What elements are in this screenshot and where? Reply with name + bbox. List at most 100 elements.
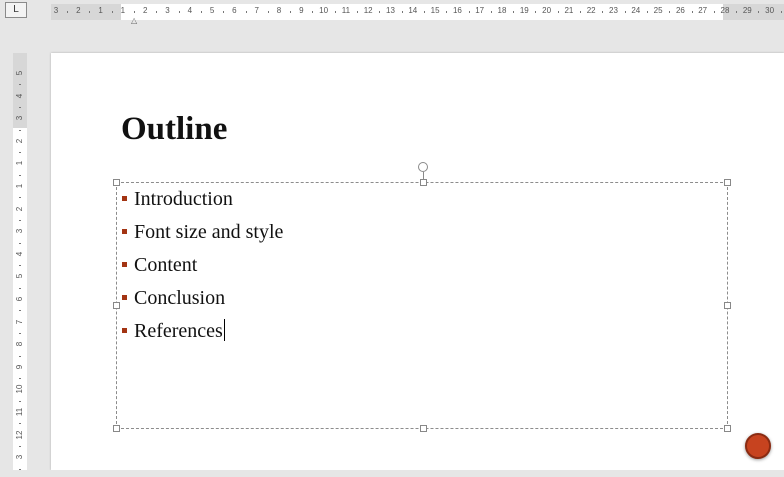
slide-title[interactable]: Outline bbox=[121, 111, 227, 148]
ruler-label: 3 bbox=[15, 454, 24, 460]
resize-handle-bottom-left[interactable] bbox=[113, 425, 120, 432]
content-placeholder[interactable]: Introduction Font size and style Content… bbox=[113, 162, 731, 432]
ruler-margin-shade bbox=[723, 4, 784, 20]
ruler-label: 10 bbox=[15, 384, 24, 394]
ruler-label: 3 bbox=[165, 6, 170, 15]
ruler-label: 11 bbox=[15, 407, 24, 417]
ruler-label: 7 bbox=[15, 319, 24, 324]
ruler-label: 1 bbox=[120, 6, 126, 15]
top-ruler-bar: L △ 3 2 1 1 2 3 4 5 6 7 8 9 10 11 12 13 14 15 16 17 18 19 20 21… bbox=[0, 0, 784, 32]
ruler-label: 24 bbox=[631, 6, 641, 15]
bullet-square-icon bbox=[122, 229, 127, 234]
ruler-label: 2 bbox=[15, 138, 24, 144]
ruler-tick bbox=[267, 11, 269, 13]
bullet-text[interactable]: References bbox=[134, 320, 223, 342]
bullet-item[interactable]: Content bbox=[122, 252, 283, 285]
ruler-tick bbox=[19, 197, 21, 199]
ruler-tick bbox=[557, 11, 559, 13]
bullet-square-icon bbox=[122, 328, 127, 333]
bullet-item[interactable]: Font size and style bbox=[122, 219, 283, 252]
ruler-margin-shade bbox=[51, 4, 121, 20]
ruler-label: 4 bbox=[15, 93, 24, 98]
ruler-label: 8 bbox=[15, 341, 24, 347]
ruler-tick bbox=[223, 11, 225, 13]
indent-marker-icon[interactable]: △ bbox=[131, 16, 137, 25]
ruler-tick bbox=[379, 11, 381, 13]
resize-handle-bottom-right[interactable] bbox=[724, 425, 731, 432]
bullet-text[interactable]: Font size and style bbox=[134, 221, 283, 243]
ruler-tick bbox=[602, 11, 604, 13]
bullet-item[interactable]: References bbox=[122, 318, 283, 351]
bullet-square-icon bbox=[122, 295, 127, 300]
bullet-text[interactable]: Introduction bbox=[134, 188, 233, 210]
ruler-tick bbox=[178, 11, 180, 13]
ruler-tick bbox=[580, 11, 582, 13]
ruler-tick bbox=[19, 219, 21, 221]
bullet-item[interactable]: Conclusion bbox=[122, 285, 283, 318]
resize-handle-right[interactable] bbox=[724, 302, 731, 309]
ruler-label: 26 bbox=[675, 6, 685, 15]
horizontal-ruler[interactable]: △ 3 2 1 1 2 3 4 5 6 7 8 9 10 11 12 13 14 15 16 17 18 19 20 21 22… bbox=[51, 4, 784, 25]
ruler-label: 2 bbox=[142, 6, 148, 15]
ruler-label: 29 bbox=[742, 6, 752, 15]
ruler-tick bbox=[513, 11, 515, 13]
ruler-label: 12 bbox=[15, 430, 24, 440]
bullet-text[interactable]: Content bbox=[134, 254, 197, 276]
ruler-tick bbox=[111, 11, 113, 13]
ruler-tick bbox=[401, 11, 403, 13]
ruler-tick bbox=[535, 11, 537, 13]
ruler-label: 12 bbox=[363, 6, 373, 15]
ruler-label: 22 bbox=[586, 6, 596, 15]
ruler-label: 2 bbox=[76, 6, 81, 15]
resize-handle-top[interactable] bbox=[420, 179, 427, 186]
ruler-label: 23 bbox=[609, 6, 618, 15]
resize-handle-top-right[interactable] bbox=[724, 179, 731, 186]
ruler-tick bbox=[691, 11, 693, 13]
slide-canvas[interactable]: Outline Introduction Font size and style… bbox=[51, 53, 784, 470]
ruler-label: 30 bbox=[765, 6, 775, 15]
rotate-icon[interactable] bbox=[418, 162, 428, 172]
ruler-tick bbox=[669, 11, 671, 13]
ruler-label: 1 bbox=[15, 161, 24, 166]
ruler-label: 13 bbox=[386, 6, 395, 15]
bullet-list[interactable]: Introduction Font size and style Content… bbox=[122, 186, 283, 351]
resize-handle-top-left[interactable] bbox=[113, 179, 120, 186]
ruler-tick bbox=[468, 11, 470, 13]
ruler-label: 5 bbox=[15, 70, 24, 76]
ruler-tick bbox=[19, 423, 21, 425]
circle-button-icon[interactable] bbox=[745, 433, 771, 459]
ruler-label: 18 bbox=[497, 6, 507, 15]
ruler-tick bbox=[290, 11, 292, 13]
ruler-tick bbox=[357, 11, 359, 13]
bullet-item[interactable]: Introduction bbox=[122, 186, 283, 219]
ruler-label: 11 bbox=[341, 6, 351, 15]
tab-selector-icon[interactable]: L bbox=[5, 2, 27, 18]
ruler-label: 20 bbox=[542, 6, 552, 15]
ruler-label: 5 bbox=[209, 6, 215, 15]
vertical-ruler[interactable]: 5 4 3 2 1 1 2 3 4 5 6 7 8 9 10 11 12 3 bbox=[13, 53, 27, 477]
ruler-tick bbox=[758, 11, 760, 13]
ruler-label: 4 bbox=[187, 6, 193, 15]
ruler-label: 8 bbox=[276, 6, 282, 15]
resize-handle-left[interactable] bbox=[113, 302, 120, 309]
ruler-label: 1 bbox=[15, 183, 24, 189]
bullet-square-icon bbox=[122, 262, 127, 267]
ruler-label: 1 bbox=[98, 6, 103, 15]
ruler-label: 6 bbox=[232, 6, 237, 15]
text-cursor bbox=[223, 319, 225, 341]
ruler-label: 19 bbox=[519, 6, 529, 15]
bullet-text[interactable]: Conclusion bbox=[134, 287, 225, 309]
status-strip bbox=[0, 470, 784, 477]
resize-handle-bottom[interactable] bbox=[420, 425, 427, 432]
ruler-label: 2 bbox=[15, 206, 24, 211]
ruler-tick bbox=[19, 242, 21, 244]
ruler-tick bbox=[19, 310, 21, 312]
ruler-label: 27 bbox=[698, 6, 708, 15]
ruler-label: 5 bbox=[15, 274, 24, 279]
ruler-tick bbox=[19, 400, 21, 402]
ruler-label: 16 bbox=[452, 6, 462, 15]
ruler-label: 28 bbox=[720, 6, 730, 15]
ruler-label: 4 bbox=[15, 251, 24, 257]
ruler-label: 21 bbox=[564, 6, 574, 15]
ruler-tick bbox=[19, 265, 21, 267]
